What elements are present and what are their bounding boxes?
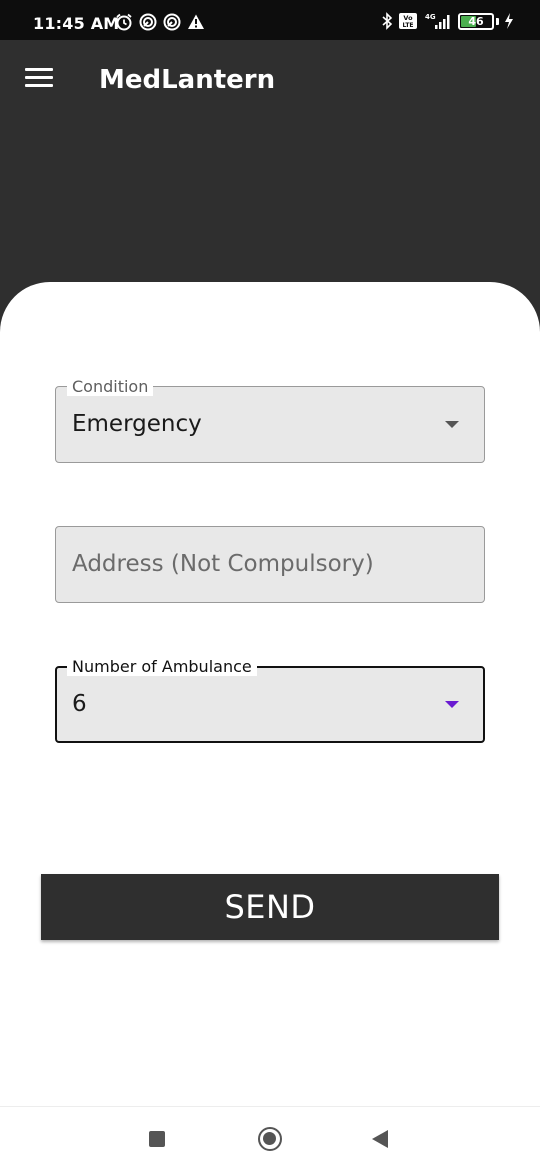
home-circle-icon[interactable] [258, 1127, 282, 1151]
menu-line [25, 84, 53, 87]
condition-value: Emergency [72, 411, 202, 437]
condition-dropdown[interactable]: Condition Emergency [55, 377, 485, 463]
dropdown-arrow-icon [445, 701, 459, 708]
back-triangle-icon[interactable] [372, 1130, 388, 1148]
warning-icon [188, 14, 204, 29]
data-saver-icon [139, 13, 157, 31]
recents-square-icon[interactable] [149, 1131, 165, 1147]
app-title: MedLantern [99, 65, 276, 95]
address-field[interactable] [55, 526, 485, 603]
status-bar: 11:45 AM Vo LTE 4G 46 [0, 0, 540, 40]
send-button[interactable]: SEND [41, 874, 499, 940]
ambulance-count-value: 6 [72, 691, 87, 717]
alarm-icon [116, 13, 132, 31]
hamburger-menu-icon[interactable] [25, 68, 53, 90]
form-card: Condition Emergency Number of Ambulance … [0, 282, 540, 1112]
4g-signal-icon: 4G [425, 13, 450, 29]
address-input[interactable] [72, 551, 472, 577]
data-saver-icon [163, 13, 181, 31]
menu-line [25, 68, 53, 71]
battery-level: 46 [468, 14, 484, 28]
status-time: 11:45 AM [33, 14, 120, 33]
svg-text:Vo: Vo [403, 14, 413, 22]
status-icons-left [115, 13, 205, 31]
charging-bolt-icon [505, 13, 513, 29]
dropdown-arrow-icon [445, 421, 459, 428]
ambulance-count-label: Number of Ambulance [67, 657, 257, 676]
ambulance-count-dropdown[interactable]: Number of Ambulance 6 [55, 657, 485, 743]
volte-icon: Vo LTE [399, 13, 417, 29]
condition-label: Condition [67, 377, 154, 396]
menu-line [25, 76, 53, 79]
svg-text:4G: 4G [425, 13, 436, 21]
battery-icon: 46 [458, 12, 494, 30]
svg-text:LTE: LTE [402, 22, 413, 29]
battery-tip [496, 17, 499, 25]
system-nav-bar [0, 1106, 540, 1170]
status-icons-right: Vo LTE 4G 46 [381, 12, 514, 30]
bluetooth-icon [382, 12, 393, 30]
